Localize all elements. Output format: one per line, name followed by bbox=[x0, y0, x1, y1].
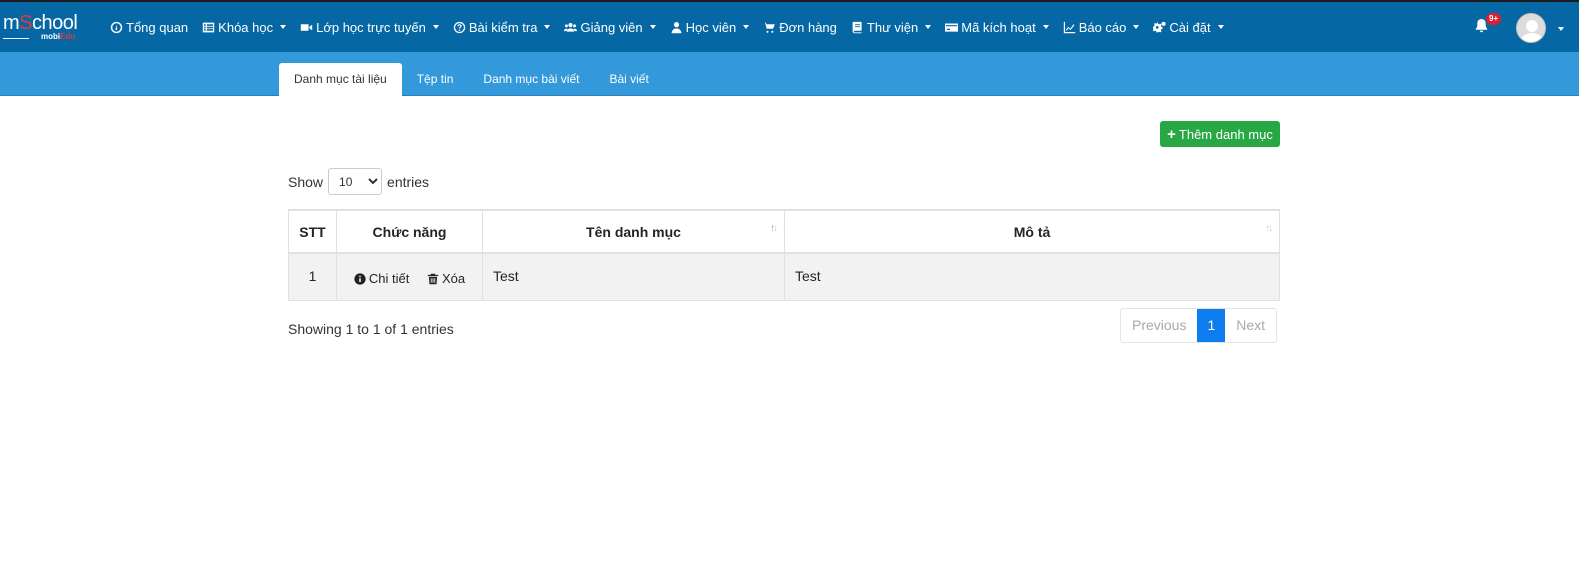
column-header-stt: STT bbox=[288, 209, 337, 254]
book-icon bbox=[852, 21, 862, 33]
credit-card-icon bbox=[945, 22, 959, 32]
user-icon bbox=[671, 21, 682, 33]
question-circle-icon bbox=[453, 21, 466, 33]
sort-icon: ↑↓ bbox=[1265, 223, 1273, 234]
row-actions: Chi tiết Xóa bbox=[336, 252, 483, 301]
add-category-button[interactable]: + Thêm danh mục bbox=[1160, 121, 1280, 147]
avatar-placeholder-icon bbox=[1517, 14, 1545, 42]
video-icon bbox=[300, 23, 313, 31]
chevron-down-icon bbox=[1133, 25, 1140, 29]
library-tabs: Danh mục tài liệu Tệp tin Danh mục bài v… bbox=[279, 63, 664, 96]
nav-tong-quan[interactable]: Tổng quan bbox=[110, 20, 188, 35]
table-row: 1 Chi tiết Xóa Test Test bbox=[288, 252, 1280, 301]
nav-giang-vien[interactable]: Giảng viên bbox=[564, 20, 656, 35]
nav-lop-hoc-truc-tuyen[interactable]: Lớp học trực tuyến bbox=[300, 20, 439, 35]
sort-icon: ↑↓ bbox=[770, 223, 778, 234]
category-table: STT Chức năng Tên danh mục ↑↓ Mô tả ↑↓ 1 C… bbox=[288, 209, 1280, 301]
trash-icon bbox=[427, 273, 439, 284]
nav-thu-vien[interactable]: Thư viện bbox=[851, 20, 932, 35]
chevron-down-icon bbox=[1042, 25, 1049, 29]
pagination-previous[interactable]: Previous bbox=[1121, 309, 1198, 342]
info-circle-icon bbox=[354, 272, 366, 285]
nav-ma-kich-hoat[interactable]: Mã kích hoạt bbox=[945, 20, 1049, 35]
row-ten-danh-muc: Test bbox=[482, 252, 785, 301]
entries-length-control: Show 10 entries bbox=[288, 168, 429, 195]
column-header-ten-danh-muc[interactable]: Tên danh mục ↑↓ bbox=[482, 209, 785, 254]
nav-hoc-vien[interactable]: Học viên bbox=[670, 20, 750, 35]
tab-danh-muc-tai-lieu[interactable]: Danh mục tài liệu bbox=[279, 63, 402, 96]
entries-per-page-select[interactable]: 10 bbox=[328, 168, 383, 195]
cogs-icon bbox=[1153, 21, 1166, 32]
nav-don-hang[interactable]: Đơn hàng bbox=[763, 20, 837, 35]
chevron-down-icon bbox=[280, 25, 287, 29]
pagination-page-1[interactable]: 1 bbox=[1197, 309, 1226, 342]
chevron-down-icon bbox=[432, 25, 439, 29]
nav-bai-kiem-tra[interactable]: Bài kiểm tra bbox=[453, 20, 551, 35]
main-nav: Tổng quan Khóa học Lớp học trực tuyến Bà… bbox=[110, 2, 1238, 52]
detail-button[interactable]: Chi tiết bbox=[354, 271, 409, 286]
column-header-chuc-nang: Chức năng bbox=[336, 209, 483, 254]
notification-badge: 9+ bbox=[1486, 13, 1502, 25]
user-menu-chevron-icon[interactable] bbox=[1558, 27, 1564, 31]
delete-button[interactable]: Xóa bbox=[427, 271, 465, 286]
list-icon bbox=[202, 22, 215, 32]
pagination-next[interactable]: Next bbox=[1225, 309, 1277, 342]
user-avatar[interactable] bbox=[1516, 13, 1546, 43]
chevron-down-icon bbox=[649, 25, 656, 29]
plus-icon: + bbox=[1167, 125, 1176, 143]
tab-bai-viet[interactable]: Bài viết bbox=[594, 63, 663, 96]
dashboard-icon bbox=[110, 21, 123, 33]
tab-tep-tin[interactable]: Tệp tin bbox=[402, 63, 469, 96]
chevron-down-icon bbox=[925, 25, 932, 29]
row-stt: 1 bbox=[288, 252, 337, 301]
row-mo-ta: Test bbox=[784, 252, 1280, 301]
nav-khoa-hoc[interactable]: Khóa học bbox=[202, 20, 287, 35]
table-info: Showing 1 to 1 of 1 entries bbox=[288, 321, 454, 337]
nav-bao-cao[interactable]: Báo cáo bbox=[1063, 20, 1140, 35]
cart-icon bbox=[763, 22, 775, 33]
pagination: Previous 1 Next bbox=[1120, 308, 1278, 343]
sub-navbar: Danh mục tài liệu Tệp tin Danh mục bài v… bbox=[0, 52, 1579, 96]
line-chart-icon bbox=[1063, 21, 1075, 33]
top-navbar: mSchool mobiEdu Tổng quan Khóa học Lớp h… bbox=[0, 0, 1579, 52]
chevron-down-icon bbox=[743, 25, 750, 29]
tab-danh-muc-bai-viet[interactable]: Danh mục bài viết bbox=[468, 63, 594, 96]
users-icon bbox=[564, 22, 578, 32]
chevron-down-icon bbox=[1217, 25, 1224, 29]
nav-cai-dat[interactable]: Cài đặt bbox=[1153, 20, 1224, 35]
chevron-down-icon bbox=[544, 25, 551, 29]
column-header-mo-ta[interactable]: Mô tả ↑↓ bbox=[784, 209, 1280, 254]
mschool-logo[interactable]: mSchool mobiEdu bbox=[3, 12, 93, 44]
